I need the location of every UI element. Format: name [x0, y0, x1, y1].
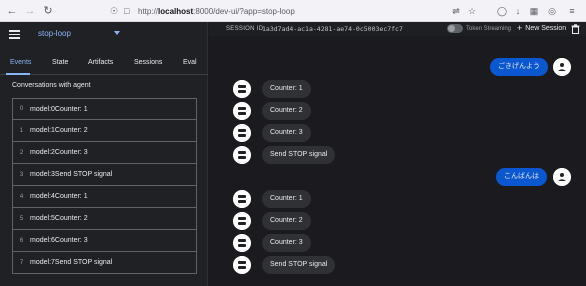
tab-state[interactable]: State	[52, 59, 68, 66]
bot-icon	[233, 256, 251, 274]
event-index: 5	[19, 215, 24, 222]
event-text: model:0Counter: 1	[30, 105, 88, 113]
browser-toolbar: ← → ↻ ☉ □ http://localhost:8000/dev-ui/?…	[0, 0, 586, 22]
download-icon[interactable]: ↓	[512, 5, 524, 17]
person-icon	[553, 168, 571, 186]
event-row[interactable]: 3 model:3Send STOP signal	[12, 164, 197, 186]
new-session-label: New Session	[525, 25, 567, 32]
url-text[interactable]: http://localhost:8000/dev-ui/?app=stop-l…	[138, 7, 295, 16]
sidebar-tabs: Events State Artifacts Sessions Eval	[0, 53, 208, 75]
event-row[interactable]: 1 model:1Counter: 2	[12, 120, 197, 142]
event-row[interactable]: 2 model:2Counter: 3	[12, 142, 197, 164]
tab-sessions[interactable]: Sessions	[134, 59, 162, 66]
bot-icon	[233, 102, 251, 120]
event-row[interactable]: 7 model:7Send STOP signal	[12, 252, 197, 274]
active-tab-indicator	[6, 73, 30, 75]
event-row[interactable]: 4 model:4Counter: 1	[12, 186, 197, 208]
bot-icon	[233, 190, 251, 208]
url-prefix: http://	[138, 6, 159, 16]
url-rest: :8000/dev-ui/?app=stop-loop	[193, 6, 295, 16]
event-text: model:1Counter: 2	[30, 127, 88, 134]
lock-icon[interactable]: □	[124, 5, 134, 17]
bot-message: Counter: 3	[262, 234, 311, 252]
bot-icon	[233, 234, 251, 252]
bot-message: Send STOP signal	[262, 256, 336, 274]
app-selector[interactable]: stop-loop	[38, 29, 71, 38]
forward-arrow-icon[interactable]: →	[24, 5, 36, 17]
address-bar[interactable]: ☉ □ http://localhost:8000/dev-ui/?app=st…	[110, 3, 480, 19]
bookmark-star-icon[interactable]: ☆	[466, 5, 478, 17]
bot-message: Counter: 1	[262, 80, 311, 98]
pocket-icon[interactable]: ◯	[496, 5, 508, 17]
event-index: 0	[19, 106, 24, 112]
user-message: ごきげんよう	[490, 58, 548, 76]
token-streaming-label: Token Streaming	[466, 26, 512, 32]
event-index: 7	[19, 259, 24, 266]
token-streaming-toggle[interactable]	[447, 24, 463, 33]
url-host: localhost	[158, 6, 194, 16]
trash-icon[interactable]	[571, 24, 580, 34]
session-id-label: SESSION ID	[226, 26, 264, 32]
hamburger-icon[interactable]	[9, 30, 20, 39]
session-bar: SESSION ID 1a3d7ad4-ac1a-4281-ae74-0c500…	[209, 22, 586, 36]
back-arrow-icon[interactable]: ←	[6, 5, 18, 17]
bot-message: Counter: 3	[262, 124, 311, 142]
tab-artifacts[interactable]: Artifacts	[88, 59, 113, 66]
event-index: 4	[19, 193, 24, 200]
session-id-value: 1a3d7ad4-ac1a-4281-ae74-0c5003ec7fc7	[262, 25, 403, 33]
sidebar-header: stop-loop	[0, 22, 208, 48]
event-index: 2	[19, 149, 24, 156]
bot-icon	[233, 212, 251, 230]
tab-eval[interactable]: Eval	[183, 59, 197, 66]
shield-icon[interactable]: ☉	[110, 5, 120, 17]
event-text: model:4Counter: 1	[30, 193, 88, 200]
bot-icon	[233, 80, 251, 98]
bot-message: Counter: 2	[262, 102, 311, 120]
event-text: model:7Send STOP signal	[30, 259, 113, 266]
person-icon	[553, 58, 571, 76]
conversations-heading: Conversations with agent	[12, 82, 91, 89]
account-icon[interactable]: ◎	[546, 5, 558, 17]
new-session-button[interactable]: + New Session	[517, 24, 566, 33]
event-index: 1	[19, 127, 24, 134]
bot-message: Counter: 1	[262, 190, 311, 208]
sidebar: stop-loop Events State Artifacts Session…	[0, 22, 208, 286]
menu-icon[interactable]: ≡	[566, 5, 578, 17]
plus-icon: +	[517, 23, 523, 33]
event-index: 6	[19, 237, 24, 244]
event-row[interactable]: 0 model:0Counter: 1	[12, 98, 197, 120]
translate-icon[interactable]: ⇌	[450, 5, 462, 17]
chevron-down-icon[interactable]	[114, 31, 120, 35]
event-text: model:2Counter: 3	[30, 149, 88, 156]
event-text: model:5Counter: 2	[30, 215, 88, 222]
event-index: 3	[19, 171, 24, 178]
app-root: stop-loop Events State Artifacts Session…	[0, 22, 586, 286]
event-row[interactable]: 5 model:5Counter: 2	[12, 208, 197, 230]
user-message: こんばんは	[496, 168, 547, 186]
bot-icon	[233, 146, 251, 164]
extensions-icon[interactable]: ▦	[528, 5, 540, 17]
event-list: 0 model:0Counter: 1 1 model:1Counter: 2 2m…	[12, 98, 197, 274]
tab-events[interactable]: Events	[10, 59, 31, 66]
event-row[interactable]: 6 model:6Counter: 3	[12, 230, 197, 252]
bot-message: Send STOP signal	[262, 146, 336, 164]
bot-icon	[233, 124, 251, 142]
reload-icon[interactable]: ↻	[42, 5, 54, 17]
chat-panel: SESSION ID 1a3d7ad4-ac1a-4281-ae74-0c500…	[209, 22, 586, 286]
event-text: model:3Send STOP signal	[30, 171, 113, 178]
event-text: model:6Counter: 3	[30, 237, 88, 244]
bot-message: Counter: 2	[262, 212, 311, 230]
